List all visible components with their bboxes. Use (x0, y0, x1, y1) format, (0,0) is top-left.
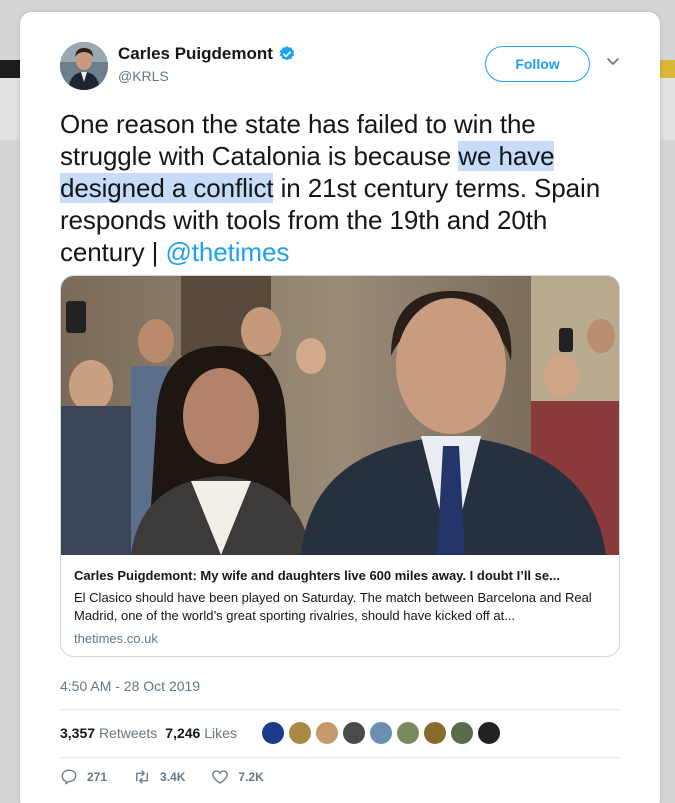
liker-avatar[interactable] (260, 721, 285, 745)
tweet-actions: 271 3.4K 7.2K (60, 768, 290, 786)
reply-icon (61, 769, 77, 785)
liker-avatar[interactable] (449, 721, 474, 745)
tweet-stats: 3,357 Retweets 7,246 Likes (60, 718, 501, 748)
handle[interactable]: @KRLS (118, 68, 296, 84)
link-card-domain: thetimes.co.uk (74, 631, 158, 646)
likes-count: 7,246 (165, 725, 201, 741)
reply-count: 271 (87, 770, 108, 784)
liker-facepile (260, 721, 501, 745)
liker-avatar[interactable] (368, 721, 393, 745)
like-count: 7.2K (238, 770, 264, 784)
retweets-count: 3,357 (60, 725, 96, 741)
divider (60, 709, 620, 710)
likes-stat[interactable]: 7,246 Likes (165, 725, 237, 741)
retweets-stat[interactable]: 3,357 Retweets (60, 725, 157, 741)
mention-link[interactable]: @thetimes (165, 237, 289, 267)
display-name[interactable]: Carles Puigdemont (118, 44, 273, 64)
divider (60, 757, 620, 758)
retweet-count: 3.4K (160, 770, 186, 784)
liker-avatar[interactable] (287, 721, 312, 745)
tweet-text: One reason the state has failed to win t… (60, 108, 620, 268)
liker-avatar[interactable] (314, 721, 339, 745)
link-card-description: El Clasico should have been played on Sa… (74, 590, 592, 623)
verified-badge-icon (278, 45, 296, 63)
tweet-card: Carles Puigdemont @KRLS Follow One reaso… (20, 12, 660, 803)
liker-avatar[interactable] (395, 721, 420, 745)
retweet-button[interactable]: 3.4K (133, 768, 185, 786)
follow-button[interactable]: Follow (485, 46, 590, 82)
link-card-title: Carles Puigdemont: My wife and daughters… (74, 568, 560, 583)
like-button[interactable]: 7.2K (211, 768, 264, 786)
article-photo (61, 276, 619, 555)
liker-avatar[interactable] (476, 721, 501, 745)
reply-button[interactable]: 271 (60, 768, 107, 786)
liker-avatar[interactable] (422, 721, 447, 745)
tweet-header: Carles Puigdemont @KRLS Follow (60, 42, 620, 102)
retweet-icon (136, 770, 148, 784)
liker-avatar[interactable] (341, 721, 366, 745)
avatar[interactable] (60, 42, 108, 90)
link-preview-card[interactable]: Carles Puigdemont: My wife and daughters… (60, 275, 620, 657)
tweet-timestamp[interactable]: 4:50 AM - 28 Oct 2019 (60, 678, 200, 694)
backdrop-edge-left (0, 60, 22, 78)
likes-label: Likes (204, 725, 237, 741)
retweets-label: Retweets (98, 725, 158, 741)
heart-icon (212, 770, 229, 784)
chevron-down-icon[interactable] (606, 54, 620, 68)
avatar-photo (60, 42, 108, 90)
